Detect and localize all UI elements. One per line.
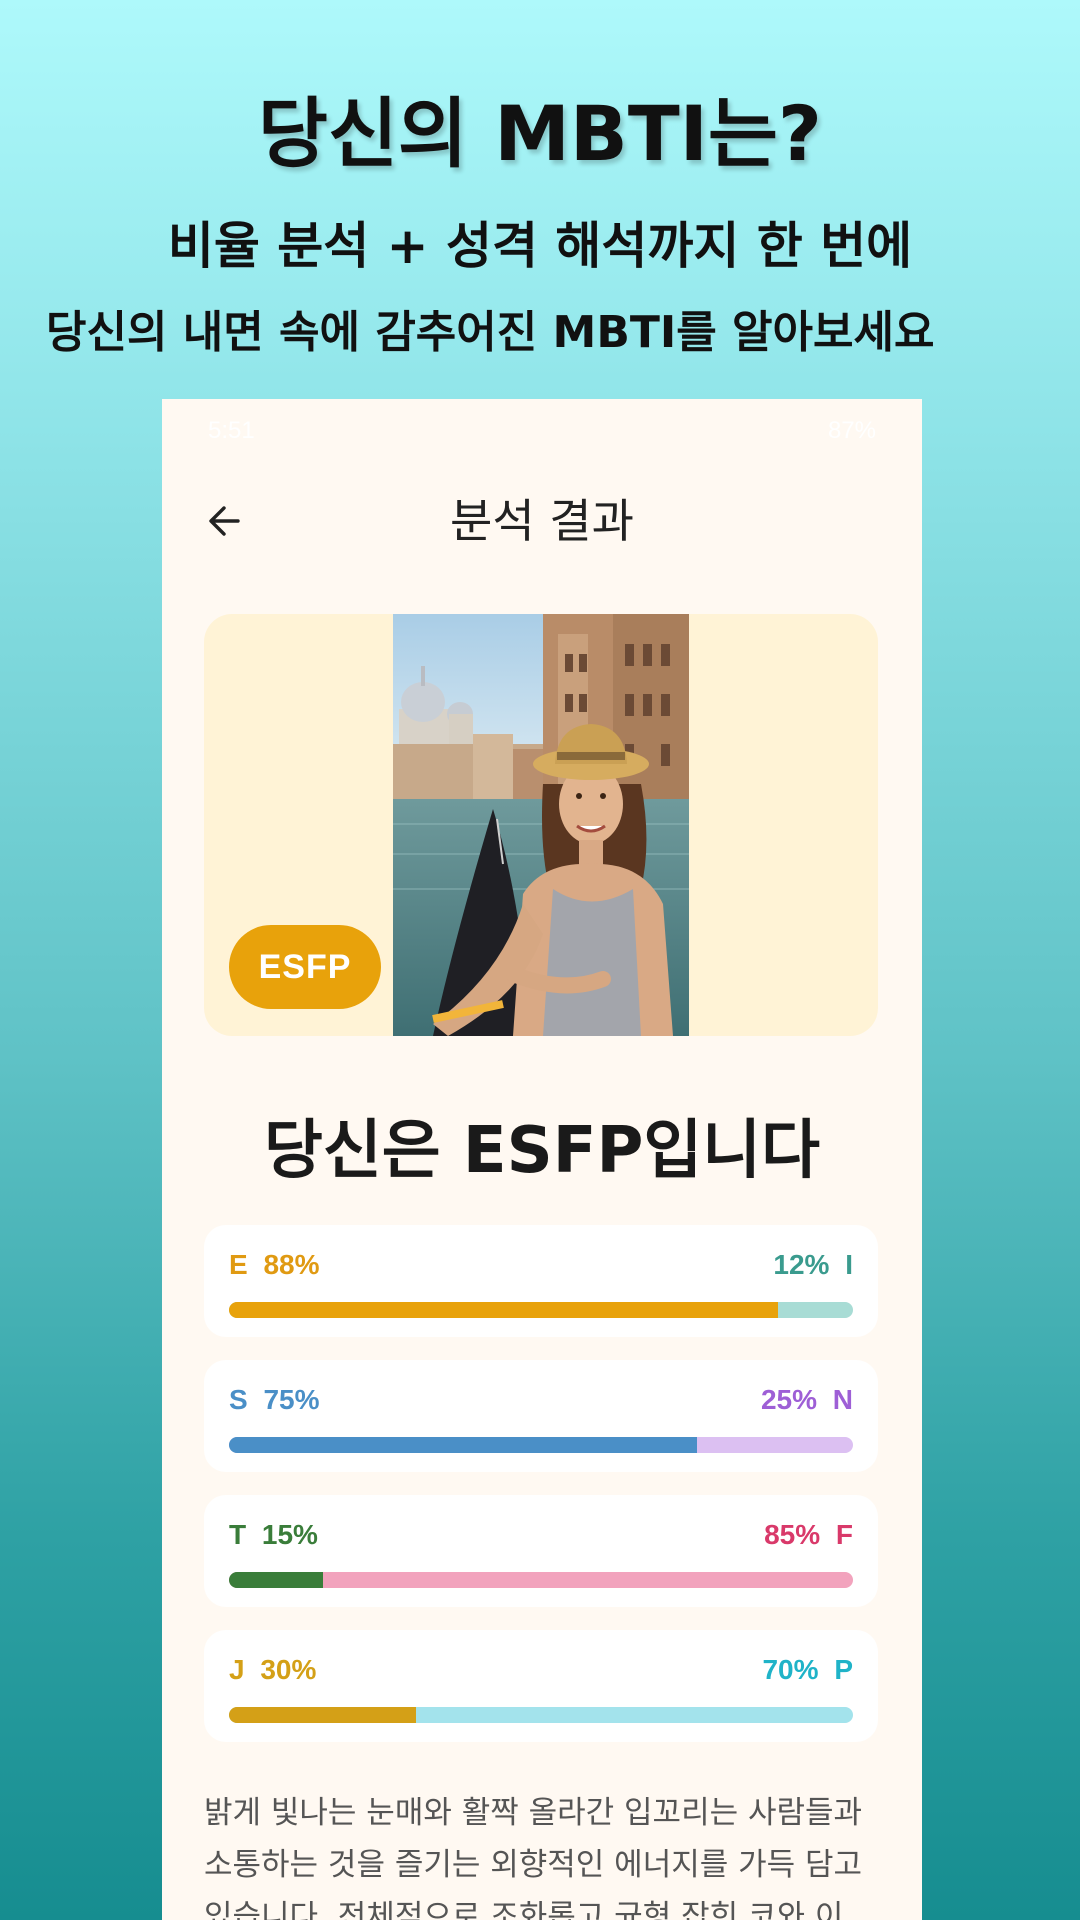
phone-screen: 5:51 87% 분석 결과 ESFP 당신은 ESFP입니다 E 88% 12… <box>162 399 922 1920</box>
dimension-letter-i: I <box>845 1249 853 1280</box>
dimension-bar-fill <box>229 1707 417 1723</box>
dimension-pct-n: 25% <box>760 1384 817 1415</box>
dimension-bar-fill <box>229 1302 779 1318</box>
dimension-right-label: 12% I <box>773 1249 853 1281</box>
dimension-card-jp: J 30% 70% P <box>204 1630 878 1742</box>
result-description: 밝게 빛나는 눈매와 활짝 올라간 입꼬리는 사람들과 소통하는 것을 즐기는 … <box>204 1795 863 1920</box>
dimension-pct-f: 85% <box>764 1519 821 1550</box>
dimension-letter-e: E <box>229 1249 248 1280</box>
result-heading: 당신은 ESFP입니다 <box>264 1114 820 1188</box>
promo-subtitle: 비율 분석 + 성격 해석까지 한 번에 <box>167 217 913 275</box>
dimension-right-label: 85% F <box>764 1519 853 1551</box>
promo-title: 당신의 MBTI는? <box>258 89 822 178</box>
dimension-card-tf: T 15% 85% F <box>204 1495 878 1607</box>
dimension-pct-i: 12% <box>773 1249 830 1280</box>
portrait-photo <box>393 614 689 1036</box>
dimension-bar <box>229 1437 853 1453</box>
mbti-type-badge: ESFP <box>229 925 381 1009</box>
page-title: 분석 결과 <box>450 494 634 548</box>
dimension-bar <box>229 1572 853 1588</box>
dimension-pct-s: 75% <box>263 1384 320 1415</box>
dimension-letter-j: J <box>229 1654 245 1685</box>
dimension-pct-j: 30% <box>260 1654 317 1685</box>
dimension-pct-t: 15% <box>261 1519 318 1550</box>
dimension-left-label: S 75% <box>229 1384 320 1416</box>
dimension-bar-fill <box>229 1572 323 1588</box>
status-time: 5:51 <box>208 417 255 444</box>
dimension-letter-n: N <box>832 1384 853 1415</box>
dimension-card-sn: S 75% 25% N <box>204 1360 878 1472</box>
dimension-card-ei: E 88% 12% I <box>204 1225 878 1337</box>
dimension-pct-e: 88% <box>263 1249 320 1280</box>
status-bar: 5:51 87% <box>162 399 922 465</box>
battery-level: 87% <box>827 417 876 444</box>
dimension-bar <box>229 1302 853 1318</box>
dimension-letter-t: T <box>229 1519 247 1550</box>
back-button[interactable] <box>196 493 252 549</box>
app-bar: 분석 결과 <box>162 465 922 577</box>
dimension-bar <box>229 1707 853 1723</box>
dimension-bar-fill <box>229 1437 697 1453</box>
dimension-left-label: E 88% <box>229 1249 320 1281</box>
result-hero-card: ESFP <box>204 614 878 1036</box>
dimension-letter-s: S <box>229 1384 248 1415</box>
dimension-pct-p: 70% <box>762 1654 819 1685</box>
dimension-left-label: J 30% <box>229 1654 316 1686</box>
dimension-letter-p: P <box>834 1654 853 1685</box>
dimension-right-label: 70% P <box>762 1654 853 1686</box>
dimension-right-label: 25% N <box>761 1384 853 1416</box>
promo-subtitle-secondary: 당신의 내면 속에 감추어진 MBTI를 알아보세요 <box>46 307 935 358</box>
dimension-left-label: T 15% <box>229 1519 318 1551</box>
dimension-letter-f: F <box>835 1519 853 1550</box>
arrow-left-icon <box>209 506 240 536</box>
